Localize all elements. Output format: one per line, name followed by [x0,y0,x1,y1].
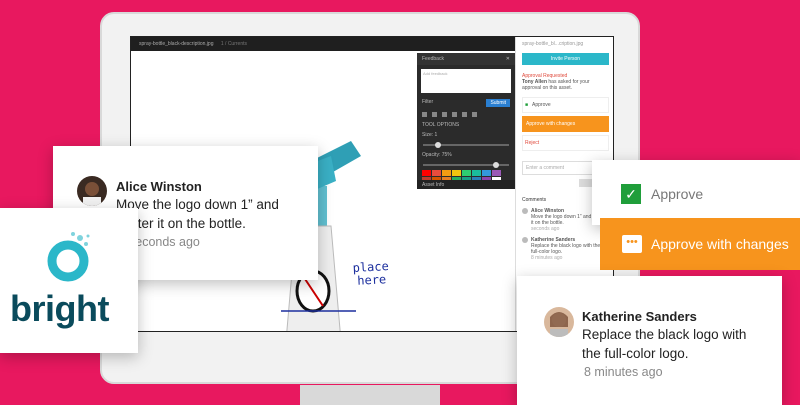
feedback-header: Feedback ✕ [417,53,515,65]
feedback-textarea[interactable]: Add feedback [421,69,511,93]
opacity-label: Opacity: 75% [422,152,452,158]
filter-button[interactable]: Filter [422,99,433,107]
bright-logo-text: bright [10,288,109,329]
comment-time: seconds ago [129,235,200,249]
comment-author: Katherine Sanders [582,309,697,324]
submit-button[interactable]: Submit [486,99,510,107]
pen-icon[interactable] [422,112,427,117]
size-label: Size: 1 [422,132,438,138]
opacity-slider[interactable] [423,162,509,168]
color-swatch[interactable] [422,170,431,176]
tool-options-label: TOOL OPTIONS [422,122,460,128]
comment-time: 8 minutes ago [531,255,563,261]
bright-logo-icon [47,232,90,282]
sidebar-filename: spray-bottle_bl...cription.jpg [522,41,584,47]
approve-with-changes-label: Approve with changes [651,236,789,252]
avatar [522,208,528,214]
chat-bubble-icon: ••• [622,235,642,253]
sidebar-comment: Katherine Sanders Replace the black logo… [522,237,609,261]
invite-person-button[interactable]: Invite Person [522,53,609,65]
feedback-title: Feedback [422,56,444,62]
sidebar-reject-button[interactable]: Reject [522,135,609,151]
comment-text-line-2: center it on the bottle. [116,216,246,231]
comment-text: Move the logo down 1” and center it on t… [116,195,306,233]
close-icon[interactable]: ✕ [506,56,510,62]
drawing-tools [417,109,515,120]
sidebar-approve-changes-button[interactable]: Approve with changes [522,116,609,132]
editor-titlebar: spray-bottle_black-description.jpg 1 / C… [131,37,515,51]
comment-text-line-1: Move the logo down 1” and [116,197,279,212]
editor-filename: spray-bottle_black-description.jpg [139,41,214,47]
sidebar-approve-button[interactable]: ■ Approve [522,97,609,113]
katherine-comment-card: Katherine Sanders Replace the black logo… [517,276,782,405]
size-slider[interactable] [423,142,509,148]
arrow-icon[interactable] [442,112,447,117]
handwritten-annotation: place here [352,259,389,288]
comment-time: 8 minutes ago [584,365,663,379]
asset-info-label[interactable]: Asset Info [417,180,515,189]
bright-logo-card: bright [0,208,138,353]
avatar [522,237,528,243]
comment-author: Alice Winston [116,179,202,194]
checkmark-icon: ✓ [621,184,641,204]
comment-text-line-2: the full-color logo. [582,346,689,361]
color-swatch[interactable] [462,170,471,176]
monitor-stand [300,385,440,405]
approve-option-card[interactable]: ✓ Approve [592,160,800,225]
approve-with-changes-button[interactable]: ••• Approve with changes [600,218,800,270]
color-swatch[interactable] [482,170,491,176]
comment-time: seconds ago [531,226,560,232]
avatar [544,307,574,337]
approve-label: Approve [651,186,704,202]
feedback-actions: Filter Submit [417,97,515,109]
link-icon[interactable] [462,112,467,117]
feedback-panel: Feedback ✕ Add feedback Filter Submit TO… [417,53,515,189]
editor-filename-suffix: 1 / Currents [220,41,247,47]
check-icon: ■ [525,102,529,108]
approval-requested-text: Tony Allen has asked for your approval o… [522,79,609,91]
color-swatch[interactable] [432,170,441,176]
comment-text: Replace the black logo with the full-col… [582,325,777,363]
avatar [77,176,107,206]
image-icon[interactable] [452,112,457,117]
comment-text: Replace the black logo with the full-col… [531,243,601,255]
color-swatch[interactable] [452,170,461,176]
color-swatch[interactable] [472,170,481,176]
trash-icon[interactable] [472,112,477,117]
rectangle-icon[interactable] [432,112,437,117]
color-swatch[interactable] [442,170,451,176]
handwriting-line-2: here [356,272,387,288]
color-swatch[interactable] [492,170,501,176]
sidebar-approve-label: Approve [532,102,551,108]
comment-text-line-1: Replace the black logo with [582,327,747,342]
